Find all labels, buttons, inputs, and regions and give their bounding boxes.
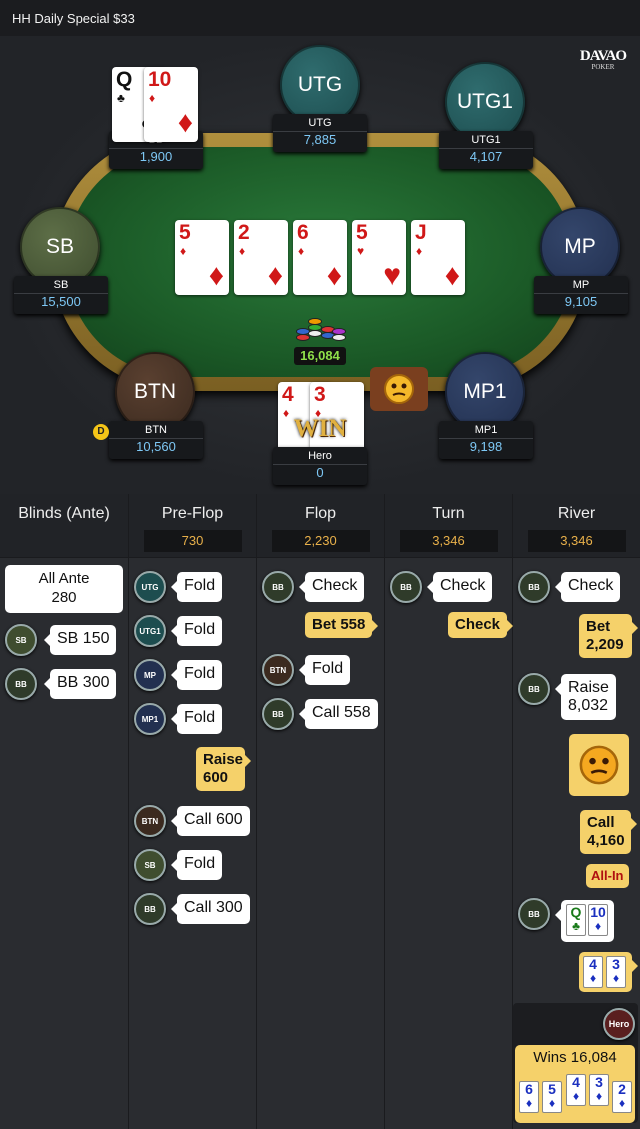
- avatar-utg: UTG: [134, 571, 166, 603]
- action-bubble: Fold: [170, 660, 223, 690]
- player-plate-utg: UTG 7,885: [273, 114, 367, 152]
- showdown-card: Q ♣: [566, 904, 586, 936]
- board-card-1: 5 ♦ ♦: [175, 220, 229, 295]
- avatar-mp1: MP1: [134, 703, 166, 735]
- action-bubble: Call 300: [171, 894, 250, 924]
- avatar-bb: BB: [518, 673, 550, 705]
- seat-btn[interactable]: BTN: [115, 352, 195, 432]
- player-plate-mp: MP 9,105: [534, 276, 628, 314]
- thinking-face-icon: [384, 374, 414, 404]
- avatar-bb: BB: [134, 893, 166, 925]
- action-bubble: Call 600: [171, 806, 250, 836]
- avatar-bb: BB: [262, 571, 294, 603]
- avatar-sb: SB: [5, 624, 37, 656]
- winning-card: 5 ♦: [542, 1081, 562, 1113]
- avatar-mp: MP: [134, 659, 166, 691]
- emoji-bubble: [569, 734, 629, 796]
- avatar-sb: SB: [134, 849, 166, 881]
- player-plate-sb: SB 15,500: [14, 276, 108, 314]
- avatar-bb: BB: [518, 571, 550, 603]
- action-bubble: Fold: [170, 704, 223, 734]
- winning-card: 2 ♦: [612, 1081, 632, 1113]
- showdown-card: 4 ♦: [583, 956, 603, 988]
- hero-action-bubble: Check: [448, 612, 514, 638]
- seat-mp[interactable]: MP: [540, 207, 620, 287]
- action-bubble: BB 300: [43, 669, 117, 699]
- win-badge: WIN: [293, 415, 347, 442]
- pot-value: 2,230: [271, 530, 370, 552]
- player-plate-hero: Hero 0: [273, 447, 367, 485]
- pot-value: 3,346: [399, 530, 498, 552]
- avatar-bb: BB: [262, 698, 294, 730]
- showdown-card: 10 ♦: [588, 904, 608, 936]
- showdown-cards-hero: 4 ♦ 3 ♦: [579, 952, 638, 992]
- dealer-button-icon: D: [93, 424, 109, 440]
- avatar-utg1: UTG1: [134, 615, 166, 647]
- all-ante-box: All Ante 280: [5, 565, 123, 613]
- action-bubble: Check: [298, 572, 365, 602]
- showdown-cards-bb: Q ♣ 10 ♦: [555, 900, 614, 942]
- emoji-reaction-icon[interactable]: [370, 367, 428, 411]
- action-bubble: SB 150: [43, 625, 117, 655]
- column-title: Turn: [432, 505, 465, 522]
- avatar-btn: BTN: [134, 805, 166, 837]
- thinking-face-icon: [579, 745, 619, 785]
- action-bubble: Call 558: [299, 699, 378, 729]
- seat-mp1[interactable]: MP1: [445, 352, 525, 432]
- bb-hole-card-2: 10 ♦ ♦: [144, 67, 198, 142]
- winning-card: 4 ♦: [566, 1074, 586, 1106]
- player-plate-utg1: UTG1 4,107: [439, 131, 533, 169]
- column-title: River: [557, 505, 596, 522]
- winning-card: 6 ♦: [519, 1081, 539, 1113]
- wins-label: Wins 16,084: [533, 1049, 617, 1066]
- seat-utg1[interactable]: UTG1: [445, 62, 525, 142]
- avatar-btn: BTN: [262, 654, 294, 686]
- column-title: Blinds (Ante): [18, 505, 110, 522]
- board-card-2: 2 ♦ ♦: [234, 220, 288, 295]
- board-card-5: J ♦ ♦: [411, 220, 465, 295]
- action-bubble: Fold: [298, 655, 351, 685]
- column-title: Flop: [304, 505, 337, 522]
- showdown-card: 3 ♦: [606, 956, 626, 988]
- winning-card: 3 ♦: [589, 1074, 609, 1106]
- board-card-4: 5 ♥ ♥: [352, 220, 406, 295]
- column-title: Pre-Flop: [161, 505, 224, 522]
- avatar-bb: BB: [518, 898, 550, 930]
- avatar-hero: Hero: [603, 1008, 635, 1040]
- hero-action-bubble: Bet 2,209: [579, 614, 638, 658]
- seat-sb[interactable]: SB: [20, 207, 100, 287]
- player-plate-mp1: MP1 9,198: [439, 421, 533, 459]
- avatar-bb: BB: [5, 668, 37, 700]
- action-bubble: Raise 8,032: [555, 674, 616, 720]
- action-bubble: Check: [426, 572, 493, 602]
- action-bubble: Check: [554, 572, 621, 602]
- hero-action-bubble: Bet 558: [305, 612, 379, 638]
- player-plate-btn: BTN 10,560: [109, 421, 203, 459]
- action-bubble: Fold: [170, 850, 223, 880]
- action-bubble: Fold: [170, 616, 223, 646]
- davao-poker-logo: DAVAO POKER: [579, 48, 627, 71]
- hero-action-bubble: Raise 600: [196, 747, 251, 791]
- all-in-badge: All-In: [586, 864, 629, 888]
- hand-history-title: HH Daily Special $33: [0, 0, 640, 36]
- action-bubble: Fold: [170, 572, 223, 602]
- avatar-bb: BB: [390, 571, 422, 603]
- board-card-3: 6 ♦ ♦: [293, 220, 347, 295]
- pot-chips-icon: [294, 318, 346, 346]
- pot-amount: 16,084: [294, 347, 346, 365]
- pot-value: 3,346: [527, 530, 626, 552]
- pot-value: 730: [143, 530, 242, 552]
- hero-action-bubble: Call 4,160: [580, 810, 637, 854]
- seat-utg[interactable]: UTG: [280, 45, 360, 125]
